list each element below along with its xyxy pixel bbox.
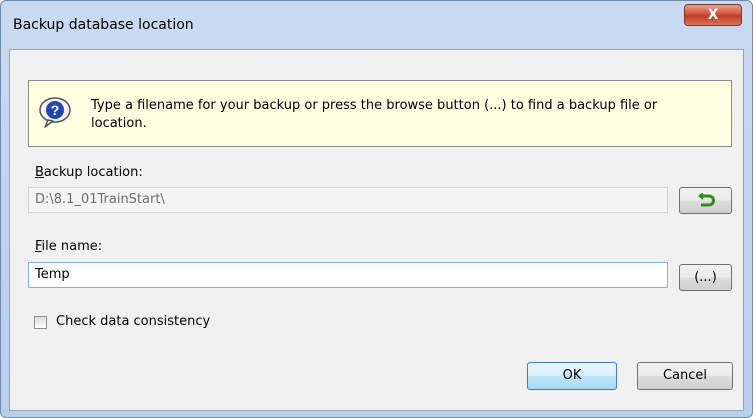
svg-text:?: ? — [51, 102, 60, 118]
check-consistency-checkbox[interactable] — [34, 316, 47, 329]
close-button[interactable]: X — [684, 4, 742, 26]
ok-button[interactable]: OK — [527, 362, 617, 390]
info-text: Type a filename for your backup or press… — [91, 98, 658, 131]
title-bar[interactable]: Backup database location X — [1, 1, 752, 49]
browse-button[interactable]: (...) — [679, 264, 732, 291]
undo-arrow-icon — [697, 192, 715, 207]
dialog-window: Backup database location X ? Type a file… — [0, 0, 753, 418]
file-name-input[interactable]: Temp — [28, 262, 668, 288]
reset-location-button[interactable] — [679, 187, 732, 214]
file-name-label: File name: — [35, 239, 103, 254]
backup-location-label: Backup location: — [35, 165, 143, 180]
close-icon: X — [707, 7, 719, 23]
help-question-icon: ? — [39, 97, 71, 128]
check-consistency-label[interactable]: Check data consistency — [56, 314, 210, 329]
cancel-button[interactable]: Cancel — [637, 362, 733, 390]
backup-location-field: D:\8.1_01TrainStart\ — [28, 187, 668, 213]
dialog-title: Backup database location — [13, 17, 194, 33]
info-box: ? Type a filename for your backup or pre… — [28, 80, 732, 147]
